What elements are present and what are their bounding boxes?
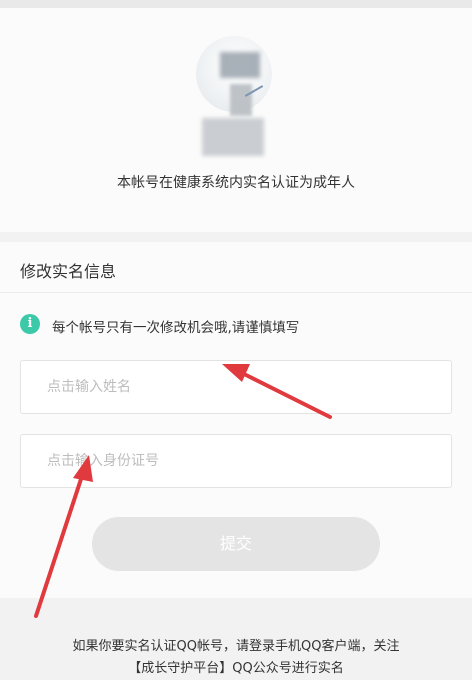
footer-instructions: 如果你要实名认证QQ帐号，请登录手机QQ客户端，关注 【成长守护平台】QQ公众号… (20, 636, 452, 680)
avatar-blur-mask (220, 52, 260, 78)
footer-line-1: 如果你要实名认证QQ帐号，请登录手机QQ客户端，关注 (72, 639, 400, 654)
verification-status-text: 本帐号在健康系统内实名认证为成年人 (117, 175, 355, 191)
section-title: 修改实名信息 (20, 262, 117, 281)
name-input-field[interactable] (20, 360, 452, 414)
page: 本帐号在健康系统内实名认证为成年人 修改实名信息 i 每个帐号只有一次修改机会哦… (0, 0, 472, 680)
id-number-input[interactable] (21, 435, 451, 487)
submit-button[interactable]: 提交 (92, 517, 380, 571)
avatar-blur-mask (202, 118, 264, 156)
divider (0, 292, 472, 293)
name-input[interactable] (21, 361, 451, 413)
info-icon: i (20, 314, 40, 334)
id-number-input-field[interactable] (20, 434, 452, 488)
top-strip (0, 0, 472, 8)
avatar-blur-mask (230, 84, 252, 116)
footer-line-2: 【成长守护平台】QQ公众号进行实名 (128, 661, 344, 676)
notice-text: 每个帐号只有一次修改机会哦,请谨慎填写 (52, 320, 300, 336)
